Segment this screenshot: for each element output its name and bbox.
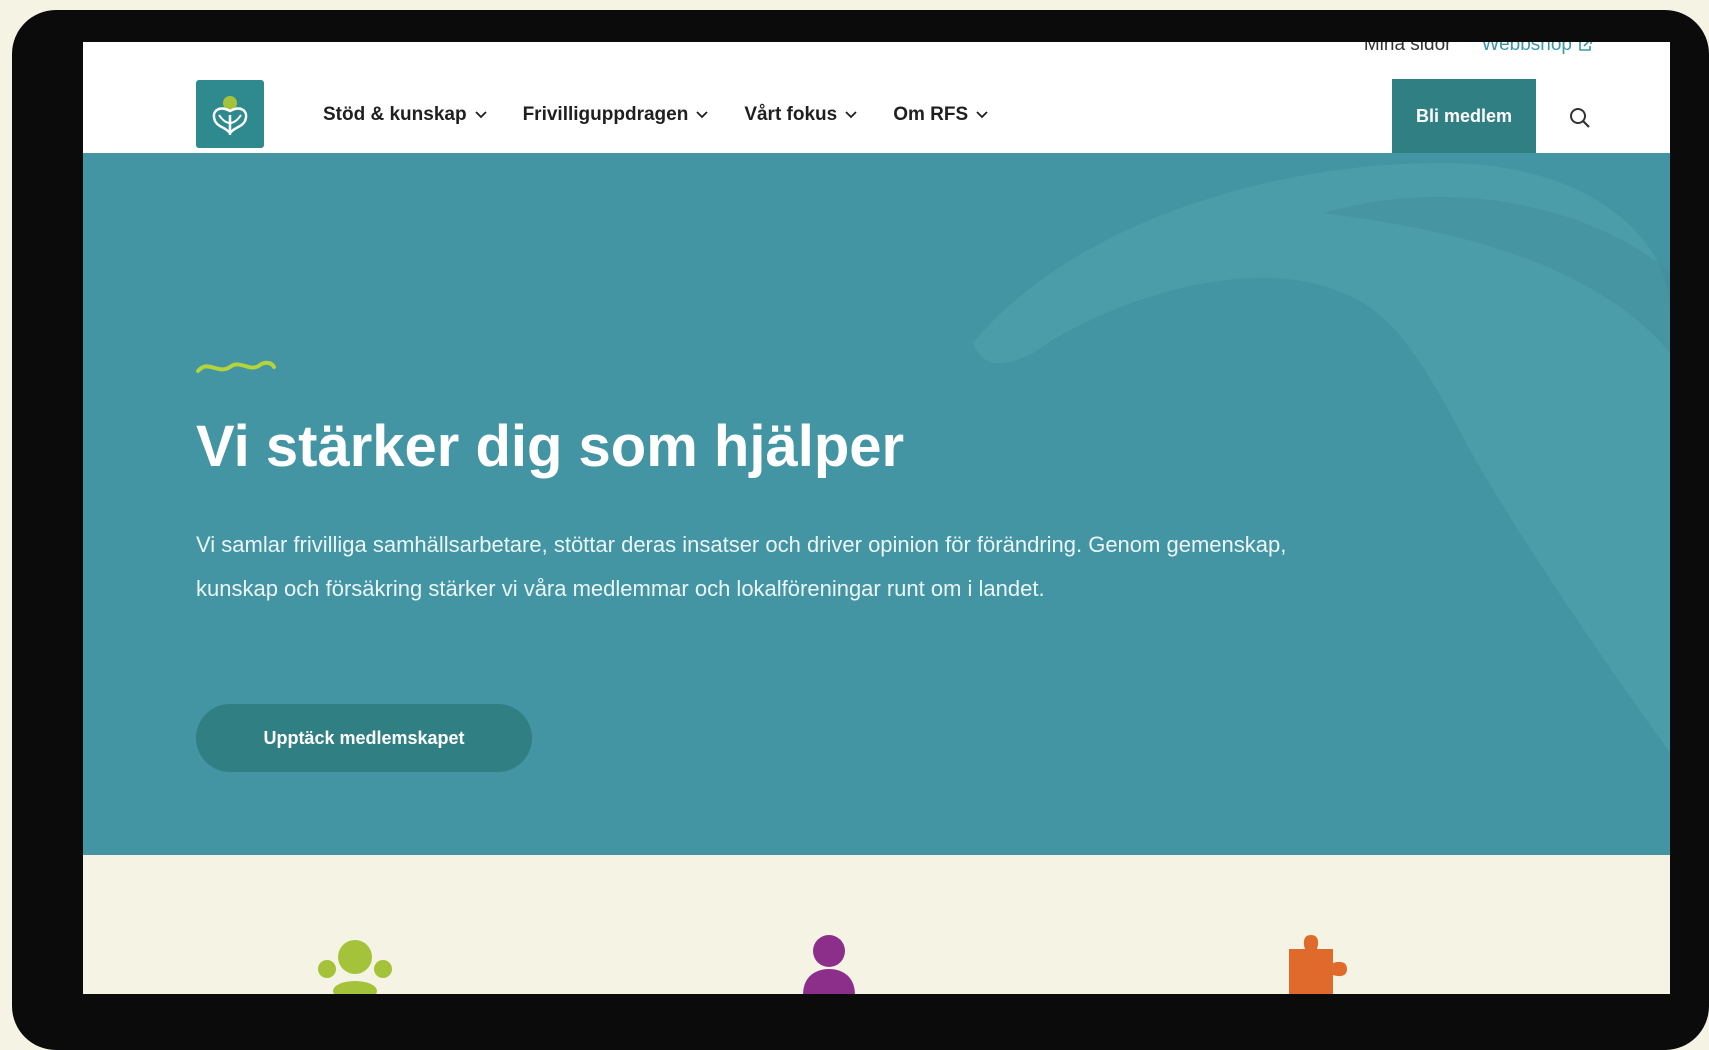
site-header: Mina sidor Webbshop Stöd & kunskap Frivi… — [83, 42, 1670, 153]
hero-description: Vi samlar frivilliga samhällsarbetare, s… — [196, 532, 1287, 601]
nav-item-label: Vårt fokus — [744, 104, 838, 125]
chevron-down-icon — [845, 111, 857, 119]
discover-membership-button[interactable]: Upptäck medlemskapet — [196, 704, 532, 772]
my-pages-link[interactable]: Mina sidor — [1364, 42, 1452, 56]
join-button[interactable]: Bli medlem — [1392, 79, 1536, 153]
main-nav: Stöd & kunskap Frivilliguppdragen Vårt f… — [323, 104, 988, 126]
webshop-link[interactable]: Webbshop — [1482, 42, 1593, 56]
nav-item-stod-kunskap[interactable]: Stöd & kunskap — [323, 104, 487, 126]
external-link-icon — [1578, 42, 1592, 52]
rfs-logo-icon[interactable] — [196, 80, 264, 148]
browser-screen: Mina sidor Webbshop Stöd & kunskap Frivi… — [83, 42, 1670, 994]
utility-nav: Mina sidor Webbshop — [1364, 42, 1592, 56]
puzzle-icon — [1289, 935, 1347, 994]
squiggle-decoration — [196, 360, 276, 373]
webshop-label: Webbshop — [1481, 42, 1573, 55]
features-section — [83, 855, 1670, 994]
nav-item-om-rfs[interactable]: Om RFS — [893, 104, 988, 126]
group-icon — [318, 940, 392, 994]
hero-section: Vi stärker dig som hjälper Vi samlar fri… — [83, 153, 1670, 855]
search-icon[interactable] — [1566, 104, 1594, 132]
nav-item-label: Stöd & kunskap — [323, 104, 467, 125]
person-icon — [803, 935, 855, 994]
nav-item-label: Om RFS — [893, 104, 969, 125]
hero-title: Vi stärker dig som hjälper — [196, 414, 905, 479]
chevron-down-icon — [696, 111, 708, 119]
chevron-down-icon — [976, 111, 988, 119]
device-frame: Mina sidor Webbshop Stöd & kunskap Frivi… — [12, 10, 1709, 1050]
nav-item-label: Frivilliguppdragen — [522, 104, 689, 125]
nav-item-vart-fokus[interactable]: Vårt fokus — [744, 104, 857, 126]
nav-item-frivilliguppdragen[interactable]: Frivilliguppdragen — [523, 104, 709, 126]
chevron-down-icon — [474, 111, 487, 119]
